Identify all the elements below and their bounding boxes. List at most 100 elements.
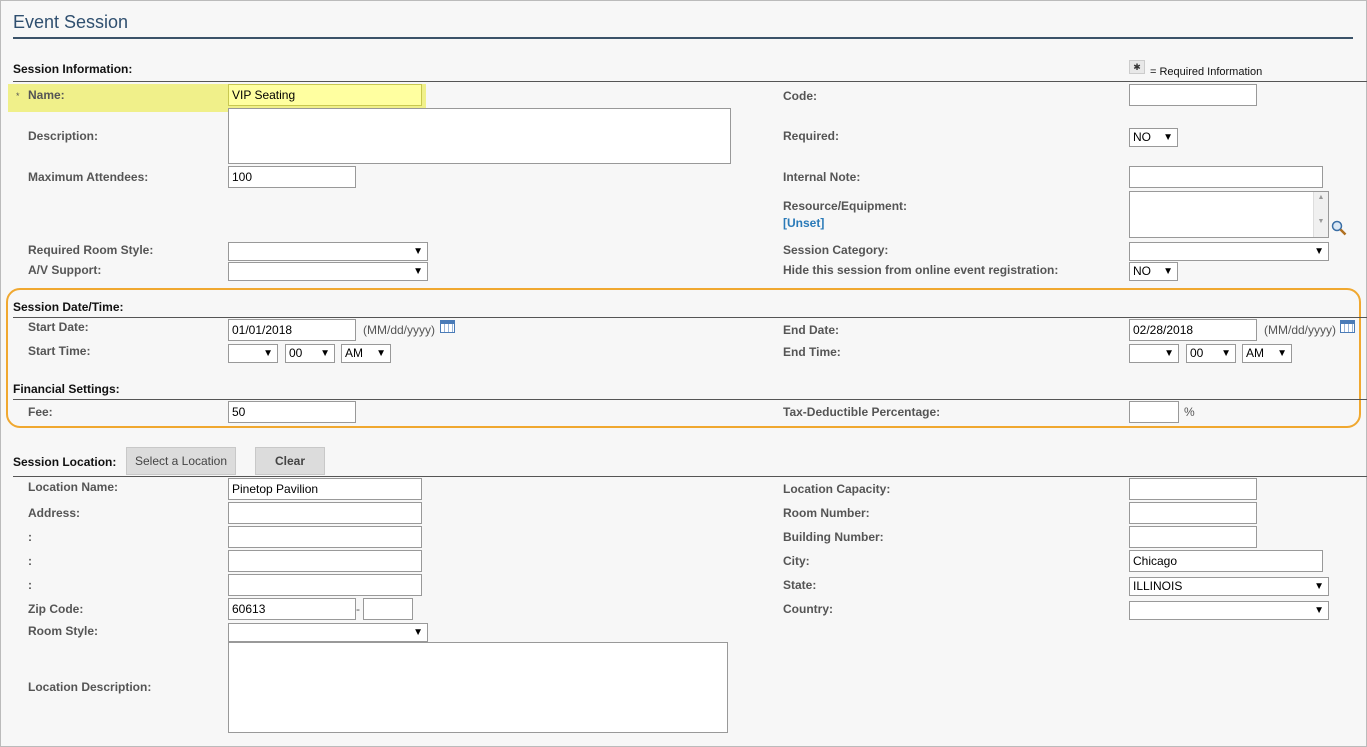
hide-select[interactable]: NO ▼ [1129,262,1178,281]
end-date-input[interactable]: 02/28/2018 [1129,319,1257,341]
calendar-icon[interactable] [440,320,455,333]
city-label: City: [783,554,810,568]
chevron-down-icon: ▼ [1314,605,1324,616]
chevron-down-icon: ▼ [1314,581,1324,592]
internal-note-input[interactable] [1129,166,1323,188]
title-divider [13,37,1353,39]
internal-note-label: Internal Note: [783,170,861,184]
location-description-textarea[interactable] [228,642,728,733]
zip-input[interactable]: 60613 [228,598,356,620]
name-input[interactable]: VIP Seating [228,84,422,106]
required-asterisk-icon: ✱ [1129,60,1145,74]
start-ampm-select[interactable]: AM ▼ [341,344,391,363]
fee-label: Fee: [28,405,53,419]
start-date-label: Start Date: [28,320,89,334]
address2-input[interactable] [228,526,422,548]
address2-label: : [28,530,32,544]
chevron-down-icon: ▼ [376,348,386,359]
required-select[interactable]: NO ▼ [1129,128,1178,147]
calendar-icon[interactable] [1340,320,1355,333]
address-label: Address: [28,506,81,520]
tax-unit: % [1184,405,1195,419]
listbox-scrollbar[interactable]: ▲ ▼ [1313,192,1328,237]
resource-label: Resource/Equipment: [783,199,908,213]
description-textarea[interactable] [228,108,731,164]
building-number-label: Building Number: [783,530,884,544]
session-info-divider [13,81,1367,82]
zip-label: Zip Code: [28,602,84,616]
datetime-heading: Session Date/Time: [13,300,124,314]
chevron-down-icon: ▼ [1163,132,1173,143]
financial-heading: Financial Settings: [13,382,120,396]
select-location-button[interactable]: Select a Location [126,447,236,475]
chevron-down-icon: ▼ [413,266,423,277]
required-legend-text: = Required Information [1150,66,1263,78]
fee-input[interactable]: 50 [228,401,356,423]
capacity-label: Location Capacity: [783,482,891,496]
room-style-select[interactable]: ▼ [228,242,428,261]
clear-location-button[interactable]: Clear [255,447,325,475]
start-date-format-hint: (MM/dd/yyyy) [363,323,435,337]
country-label: Country: [783,602,833,616]
search-icon[interactable] [1331,220,1347,236]
city-input[interactable]: Chicago [1129,550,1323,572]
max-attendees-input[interactable]: 100 [228,166,356,188]
tax-input[interactable] [1129,401,1179,423]
chevron-down-icon: ▼ [1277,348,1287,359]
category-label: Session Category: [783,243,889,257]
resource-listbox[interactable]: ▲ ▼ [1129,191,1329,238]
address3-label: : [28,554,32,568]
av-support-select[interactable]: ▼ [228,262,428,281]
code-input[interactable] [1129,84,1257,106]
start-date-input[interactable]: 01/01/2018 [228,319,356,341]
end-time-label: End Time: [783,345,841,359]
tax-label: Tax-Deductible Percentage: [783,405,941,419]
chevron-down-icon: ▼ [263,348,273,359]
start-minute-select[interactable]: 00 ▼ [285,344,335,363]
address4-label: : [28,578,32,592]
room-number-input[interactable] [1129,502,1257,524]
chevron-down-icon: ▼ [1164,348,1174,359]
category-select[interactable]: ▼ [1129,242,1329,261]
end-date-label: End Date: [783,323,840,337]
address3-input[interactable] [228,550,422,572]
end-ampm-select[interactable]: AM ▼ [1242,344,1292,363]
state-label: State: [783,578,817,592]
end-date-format-hint: (MM/dd/yyyy) [1264,323,1336,337]
end-hour-select[interactable]: ▼ [1129,344,1179,363]
building-number-input[interactable] [1129,526,1257,548]
required-mark: * [16,91,20,101]
location-room-style-label: Room Style: [28,624,99,638]
chevron-down-icon: ▼ [1221,348,1231,359]
capacity-input[interactable] [1129,478,1257,500]
zip-ext-input[interactable] [363,598,413,620]
start-time-label: Start Time: [28,344,91,358]
country-select[interactable]: ▼ [1129,601,1329,620]
location-divider [13,476,1367,477]
address4-input[interactable] [228,574,422,596]
chevron-down-icon: ▼ [320,348,330,359]
location-heading: Session Location: [13,455,117,469]
chevron-down-icon: ▼ [413,246,423,257]
hide-label: Hide this session from online event regi… [783,263,1059,277]
location-name-label: Location Name: [28,480,119,494]
description-label: Description: [28,129,99,143]
end-minute-select[interactable]: 00 ▼ [1186,344,1236,363]
location-room-style-select[interactable]: ▼ [228,623,428,642]
financial-divider [13,399,1367,400]
session-info-heading: Session Information: [13,62,133,76]
location-name-input[interactable]: Pinetop Pavilion [228,478,422,500]
start-hour-select[interactable]: ▼ [228,344,278,363]
zip-separator: - [356,602,360,616]
room-number-label: Room Number: [783,506,870,520]
av-support-label: A/V Support: [28,263,102,277]
page-title: Event Session [13,12,129,32]
resource-unset-link[interactable]: [Unset] [783,216,824,230]
chevron-down-icon: ▼ [1163,266,1173,277]
address-input[interactable] [228,502,422,524]
name-label: Name: [28,88,65,102]
state-select[interactable]: ILLINOIS ▼ [1129,577,1329,596]
datetime-divider [13,317,1367,318]
chevron-down-icon: ▼ [413,627,423,638]
code-label: Code: [783,89,817,103]
